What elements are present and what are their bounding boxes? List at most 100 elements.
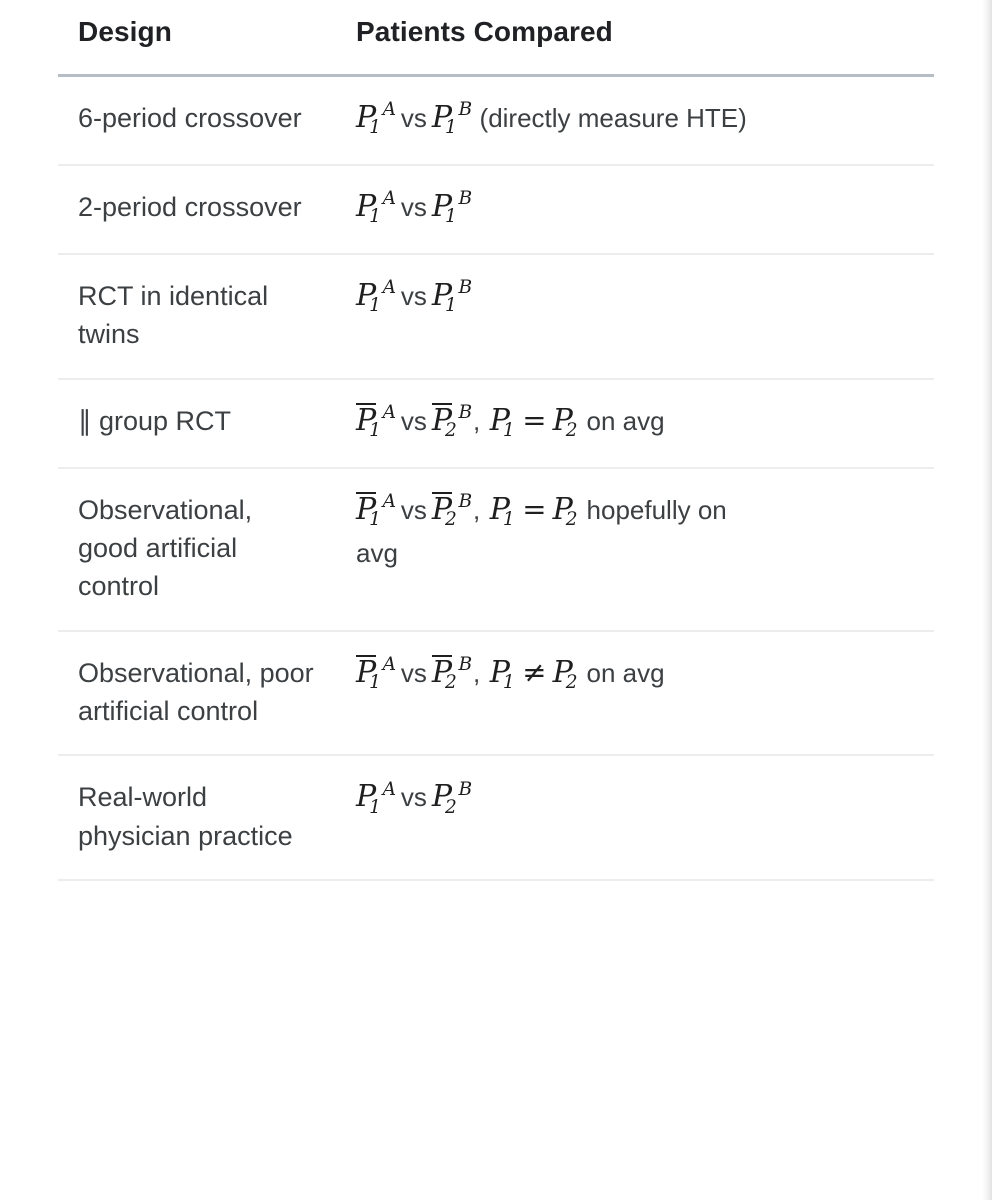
math-term-right: P1B: [432, 184, 472, 229]
math-vs-label: vs: [400, 281, 427, 311]
math-vs-label: vs: [400, 192, 427, 222]
document-page: Design Patients Compared 6-period crosso…: [0, 0, 992, 1200]
math-subscript: 1: [502, 671, 515, 693]
math-subscript: 1: [369, 117, 381, 139]
math-subscript: 1: [502, 508, 515, 530]
math-term-right: P2B: [431, 650, 473, 695]
cell-patients-compared: P1A vs P1B: [336, 254, 934, 380]
math-subscript: 1: [445, 206, 457, 228]
math-term-left: P1A: [356, 95, 396, 140]
math-subscript: 2: [565, 671, 578, 693]
math-term-relation-left: P1: [490, 398, 516, 443]
math-relation-operator: ≠: [522, 654, 547, 689]
cell-patients-compared: P1A vs P1B (directly measure HTE): [336, 75, 934, 166]
table-row: Real-world physician practice P1A vs P2B: [58, 755, 934, 881]
math-comma: ,: [473, 494, 481, 525]
math-expression: P1A vs P1B: [356, 95, 472, 140]
math-term-relation-left: P1: [490, 487, 516, 532]
table-row: ∥ group RCT P1A vs P2B, P1 = P2 on avg: [58, 378, 934, 469]
math-superscript: B: [458, 654, 473, 676]
math-subscript: 2: [565, 419, 578, 441]
math-vs-label: vs: [400, 103, 427, 133]
math-superscript: A: [382, 277, 397, 299]
cell-design: Observational, good artificial control: [58, 467, 336, 632]
math-term-left: P1A: [356, 774, 396, 819]
math-expression: P1A vs P1B: [356, 184, 472, 229]
math-term-relation-right: P2: [553, 398, 579, 443]
math-subscript: 2: [445, 671, 457, 693]
math-expression: P1A vs P1B: [356, 273, 472, 318]
math-subscript: 1: [445, 117, 457, 139]
math-subscript: 2: [565, 508, 578, 530]
cell-patients-compared: P1A vs P1B: [336, 165, 934, 255]
math-vs-label: vs: [400, 782, 427, 813]
cell-patients-compared: P1A vs P2B, P1 = P2 hopefully on avg: [336, 467, 934, 632]
table-body: 6-period crossover P1A vs P1B (directly mea…: [58, 75, 934, 881]
math-vs-label: vs: [400, 657, 427, 688]
math-subscript: 1: [369, 419, 381, 441]
math-superscript: A: [382, 99, 397, 121]
table-row: 2-period crossover P1A vs P1B: [58, 165, 934, 255]
math-term-relation-right: P2: [553, 487, 579, 532]
math-superscript: A: [382, 654, 397, 676]
table-header: Design Patients Compared: [58, 0, 934, 77]
math-subscript: 1: [445, 295, 457, 317]
math-comma: ,: [473, 405, 481, 436]
math-term-left: P1A: [356, 184, 396, 229]
cell-design: ∥ group RCT: [58, 378, 336, 469]
math-subscript: 1: [369, 671, 381, 693]
math-expression: P1A vs P2B: [356, 774, 472, 819]
math-term-left: P1A: [356, 273, 396, 318]
column-header-patients-compared: Patients Compared: [336, 0, 934, 77]
math-term-right: P2B: [432, 774, 472, 819]
math-relation-operator: =: [522, 491, 547, 526]
cell-design: 6-period crossover: [58, 75, 336, 166]
table-row: Observational, poor artificial control P1…: [58, 630, 934, 757]
math-subscript: 2: [445, 419, 457, 441]
math-vs-label: vs: [400, 494, 427, 525]
table-row: Observational, good artificial control P1…: [58, 467, 934, 632]
math-term-right: P2B: [431, 487, 473, 532]
cell-patients-compared: P1A vs P2B: [336, 755, 934, 881]
math-superscript: B: [458, 778, 473, 800]
math-superscript: A: [382, 188, 397, 210]
math-expression: P1A vs P2B, P1 = P2: [356, 398, 579, 443]
math-subscript: 2: [445, 796, 457, 818]
math-note: (directly measure HTE): [479, 103, 747, 133]
math-superscript: B: [458, 99, 473, 121]
math-term-right: P1B: [432, 95, 472, 140]
math-superscript: A: [382, 778, 397, 800]
math-comma: ,: [473, 657, 481, 688]
math-term-right: P1B: [432, 273, 472, 318]
math-vs-label: vs: [400, 405, 427, 436]
math-tail-continued: avg: [356, 537, 398, 568]
table-row: RCT in identical twins P1A vs P1B: [58, 254, 934, 380]
math-tail: on avg: [586, 405, 665, 436]
math-term-relation-right: P2: [553, 650, 579, 695]
math-superscript: B: [458, 491, 473, 513]
math-tail: on avg: [586, 657, 665, 688]
cell-design: 2-period crossover: [58, 165, 336, 255]
math-expression: P1A vs P2B, P1 ≠ P2: [356, 650, 579, 695]
comparison-table: Design Patients Compared 6-period crosso…: [58, 0, 934, 881]
cell-design: Real-world physician practice: [58, 755, 336, 881]
math-term-left: P1A: [356, 487, 396, 532]
table-row: 6-period crossover P1A vs P1B (directly mea…: [58, 75, 934, 166]
math-superscript: B: [458, 188, 473, 210]
math-subscript: 1: [369, 508, 381, 530]
math-expression: P1A vs P2B, P1 = P2: [356, 487, 579, 532]
cell-design: RCT in identical twins: [58, 254, 336, 380]
math-superscript: B: [458, 402, 473, 424]
math-superscript: B: [458, 277, 473, 299]
math-relation-operator: =: [522, 402, 547, 437]
page-right-margin-shade: [978, 0, 992, 1200]
math-term-right: P2B: [431, 398, 473, 443]
math-subscript: 2: [445, 508, 457, 530]
math-superscript: A: [382, 491, 397, 513]
cell-patients-compared: P1A vs P2B, P1 = P2 on avg: [336, 378, 934, 469]
math-subscript: 1: [369, 206, 381, 228]
math-subscript: 1: [369, 796, 381, 818]
math-tail: hopefully on: [586, 494, 727, 525]
math-subscript: 1: [502, 419, 515, 441]
header-row: Design Patients Compared: [58, 0, 934, 77]
